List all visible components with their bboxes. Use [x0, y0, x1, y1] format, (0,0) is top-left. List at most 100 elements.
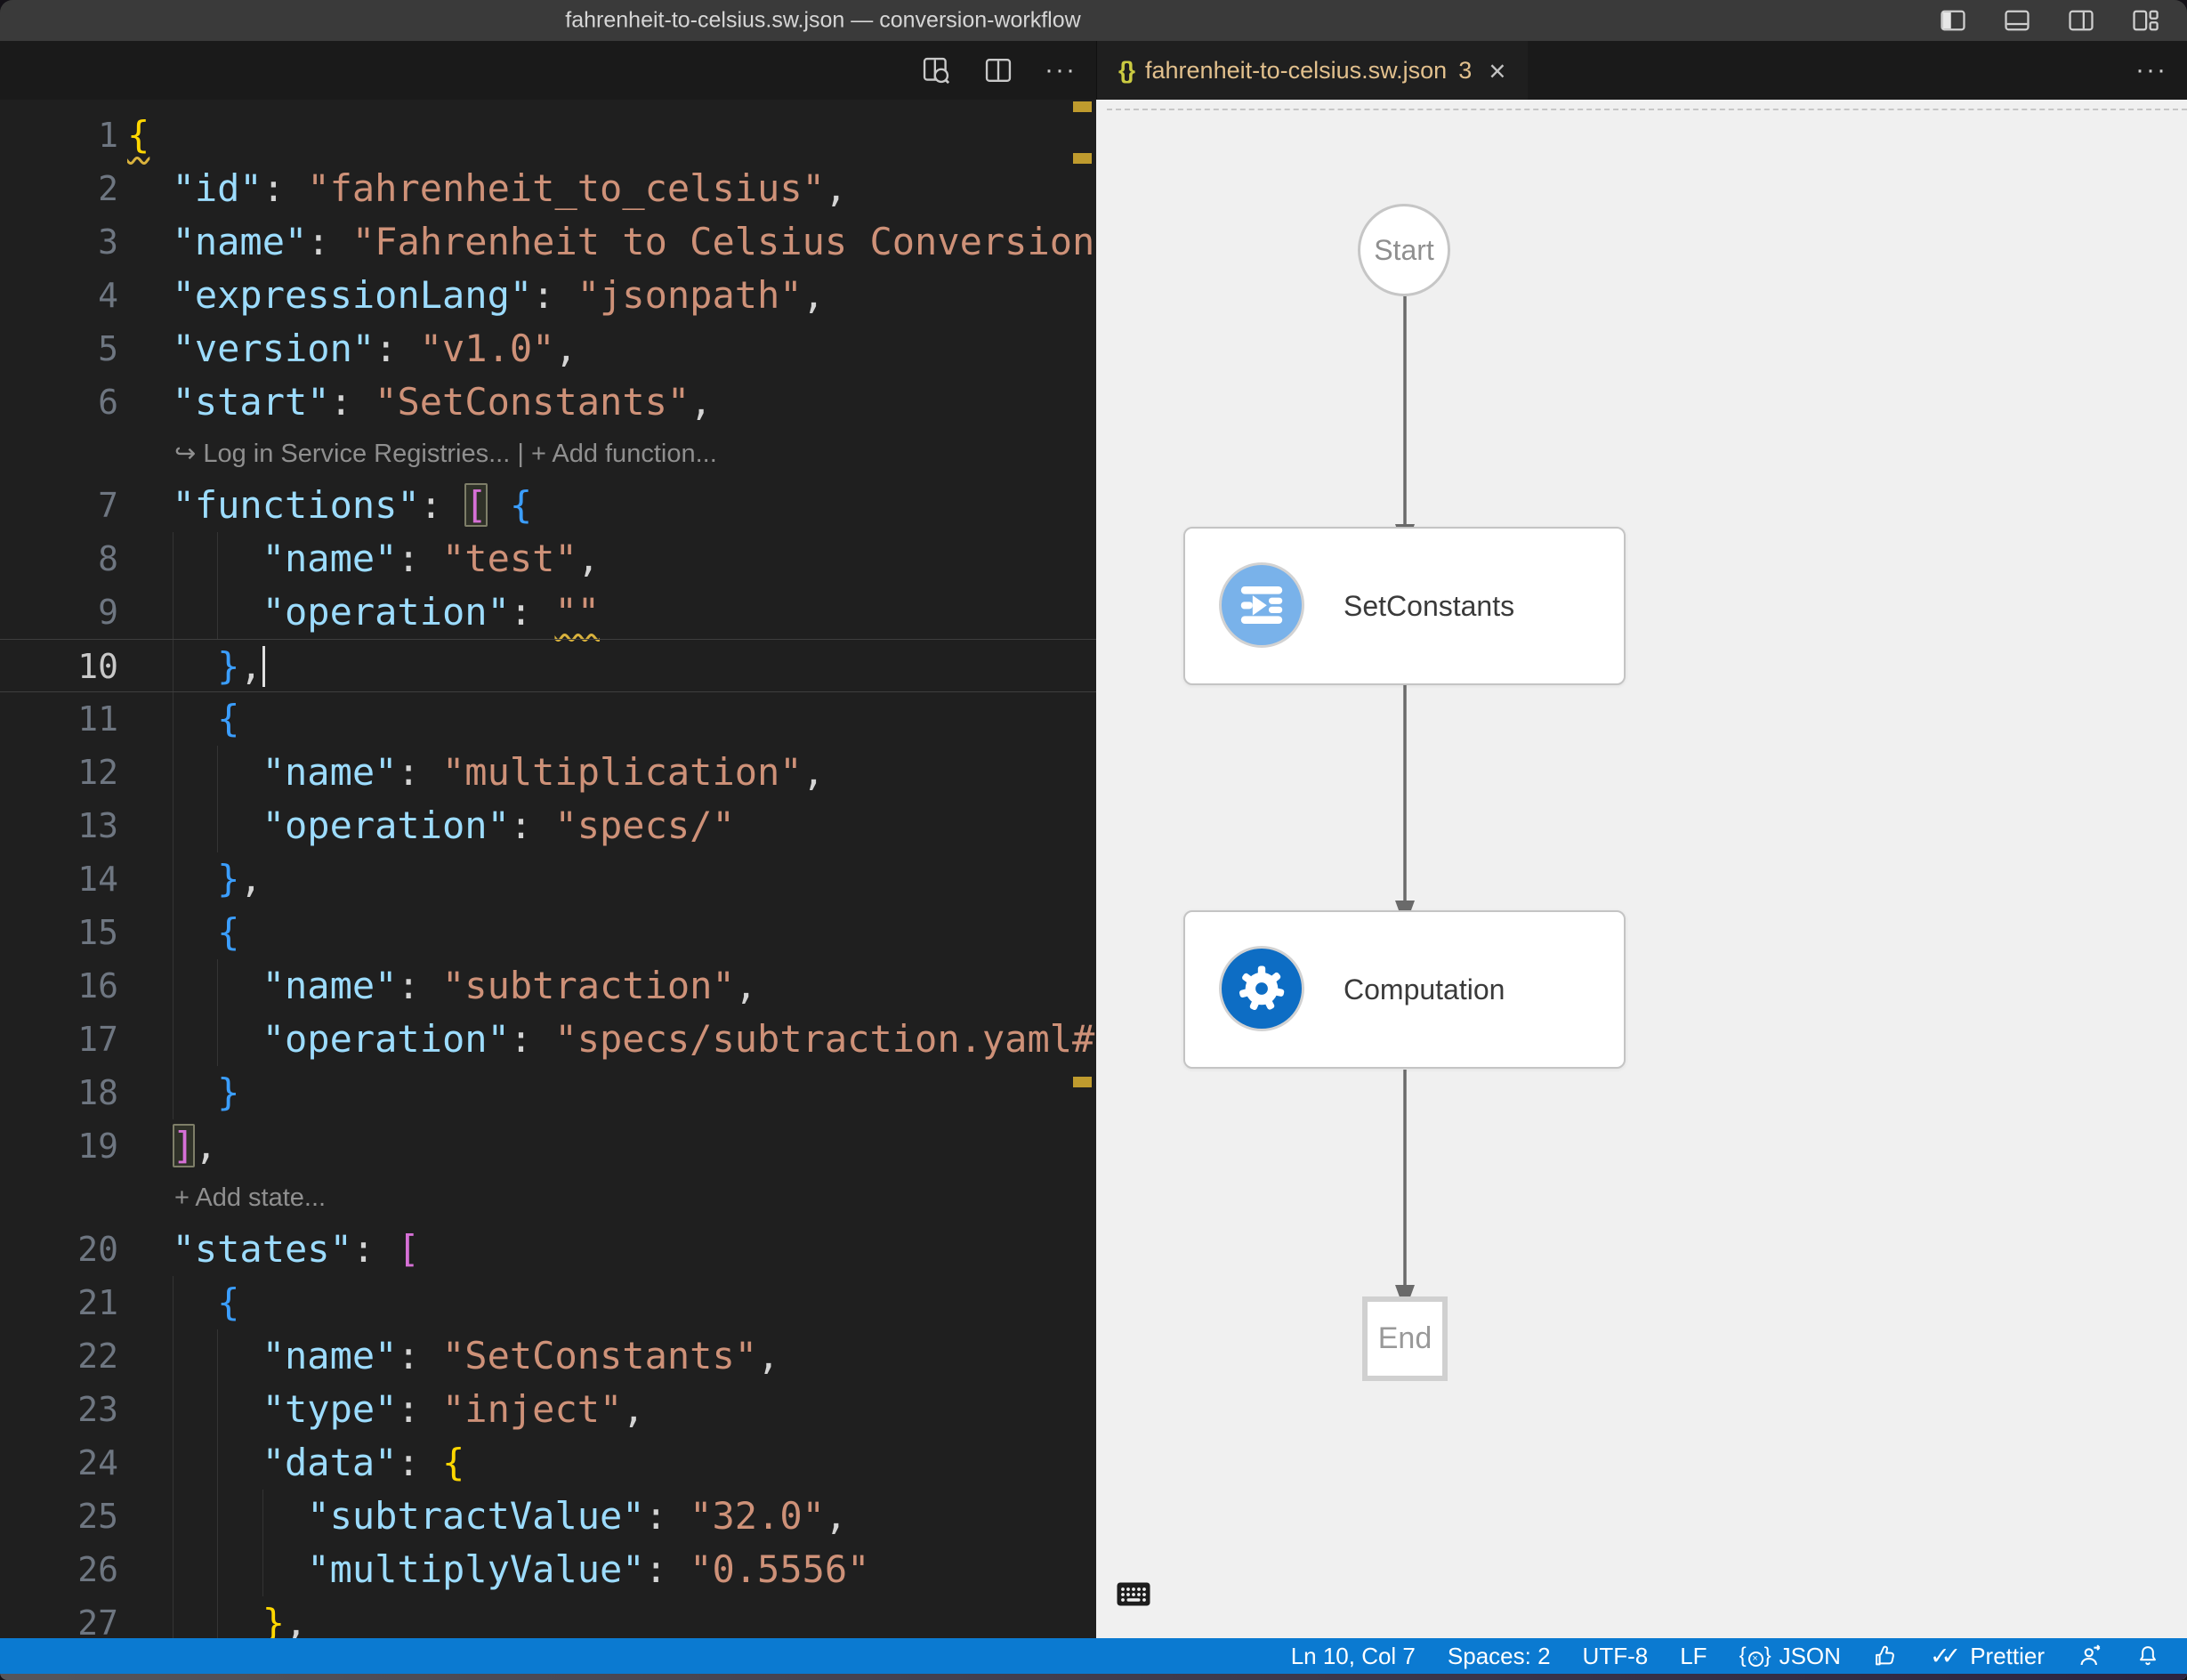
codelens-row: + Add state...: [0, 1173, 1096, 1223]
indent-guide: [217, 586, 218, 639]
code-line-3[interactable]: 3 "name": "Fahrenheit to Celsius Convers…: [0, 215, 1096, 269]
workflow-preview[interactable]: Start SetConstants: [1096, 100, 2187, 1638]
code-line-15[interactable]: 15 {: [0, 906, 1096, 959]
left-editor-tab-strip: {} fahrenheit-to-celsius.sw.json 3 × ···: [0, 41, 1096, 100]
indent-guide: [173, 1066, 174, 1119]
indent-guide: [173, 1013, 174, 1066]
diagram-node-start[interactable]: Start: [1358, 204, 1450, 296]
encoding-setting[interactable]: UTF-8: [1583, 1643, 1649, 1670]
code-line-4[interactable]: 4 "expressionLang": "jsonpath",: [0, 269, 1096, 322]
code-line-17[interactable]: 17 "operation": "specs/subtraction.yaml#…: [0, 1013, 1096, 1066]
line-number: 10: [0, 640, 118, 693]
codelens-link[interactable]: + Add function...: [531, 440, 717, 468]
line-number: 9: [0, 586, 118, 639]
indent-guide: [217, 746, 218, 799]
more-actions-icon[interactable]: ···: [2132, 51, 2171, 90]
eol-setting[interactable]: LF: [1680, 1643, 1707, 1670]
code-line-25[interactable]: 25 "subtractValue": "32.0",: [0, 1490, 1096, 1543]
diagram-node-computation[interactable]: Computation: [1183, 910, 1626, 1069]
indent-guide: [173, 1276, 174, 1329]
vscode-window: fahrenheit-to-celsius.sw.json — conversi…: [0, 0, 2187, 1680]
bell-icon[interactable]: [2135, 1644, 2160, 1668]
code-line-11[interactable]: 11 {: [0, 692, 1096, 746]
indent-guide: [173, 906, 174, 959]
code-line-2[interactable]: 2 "id": "fahrenheit_to_celsius",: [0, 162, 1096, 215]
indent-guide: [173, 746, 174, 799]
indent-guide: [217, 959, 218, 1013]
open-preview-icon[interactable]: [916, 51, 956, 90]
node-label: End: [1378, 1321, 1432, 1356]
node-label: Start: [1374, 234, 1434, 267]
keyboard-icon[interactable]: [1117, 1582, 1150, 1611]
line-number: 19: [0, 1119, 118, 1173]
diagram-node-end[interactable]: End: [1362, 1296, 1448, 1381]
window-bottom-edge: [0, 1674, 2187, 1680]
code-line-14[interactable]: 14 },: [0, 852, 1096, 906]
code-line-16[interactable]: 16 "name": "subtraction",: [0, 959, 1096, 1013]
code-line-9[interactable]: 9 "operation": "": [0, 586, 1096, 639]
right-editor-actions: ···: [2132, 41, 2171, 100]
code-line-24[interactable]: 24 "data": {: [0, 1436, 1096, 1490]
indent-guide: [262, 1490, 263, 1543]
code-line-6[interactable]: 6 "start": "SetConstants",: [0, 376, 1096, 429]
line-number: 1: [0, 109, 118, 162]
line-number: 22: [0, 1329, 118, 1383]
titlebar: fahrenheit-to-celsius.sw.json — conversi…: [0, 0, 2187, 41]
code-line-12[interactable]: 12 "name": "multiplication",: [0, 746, 1096, 799]
code-editor[interactable]: 1{2 "id": "fahrenheit_to_celsius",3 "nam…: [0, 100, 1096, 1638]
thumbs-up-icon[interactable]: [1873, 1644, 1898, 1668]
code-line-7[interactable]: 7 "functions": [ {: [0, 479, 1096, 532]
line-number: 14: [0, 852, 118, 906]
code-lines: 1{2 "id": "fahrenheit_to_celsius",3 "nam…: [0, 109, 1096, 1638]
layout-sidebar-icon[interactable]: [1934, 2, 1972, 39]
layout-sidebar-right-icon[interactable]: [2062, 2, 2100, 39]
codelens-link[interactable]: + Add state...: [174, 1183, 326, 1212]
indent-guide: [173, 1329, 174, 1383]
split-editor-icon[interactable]: [979, 51, 1018, 90]
code-line-20[interactable]: 20 "states": [: [0, 1223, 1096, 1276]
indentation-setting[interactable]: Spaces: 2: [1448, 1643, 1551, 1670]
indent-guide: [173, 1436, 174, 1490]
line-number: 6: [0, 376, 118, 429]
line-number: 16: [0, 959, 118, 1013]
line-number: 12: [0, 746, 118, 799]
code-line-10[interactable]: 10 },: [0, 639, 1096, 692]
line-number: 8: [0, 532, 118, 586]
tab-right-fahrenheit-json[interactable]: {} fahrenheit-to-celsius.sw.json 3 ×: [1097, 41, 1528, 100]
code-line-22[interactable]: 22 "name": "SetConstants",: [0, 1329, 1096, 1383]
cursor-position[interactable]: Ln 10, Col 7: [1291, 1643, 1416, 1670]
code-line-1[interactable]: 1{: [0, 109, 1096, 162]
indent-guide: [173, 959, 174, 1013]
preview-top-dashed-border: [1107, 109, 2187, 110]
account-arrow-icon[interactable]: [2077, 1643, 2103, 1669]
layout-panel-icon[interactable]: [1998, 2, 2036, 39]
node-label: SetConstants: [1344, 529, 1514, 683]
line-number: 15: [0, 906, 118, 959]
indent-guide: [217, 1013, 218, 1066]
line-number: 3: [0, 215, 118, 269]
indent-guide: [217, 799, 218, 852]
language-mode[interactable]: {×} JSON: [1739, 1643, 1841, 1670]
code-line-8[interactable]: 8 "name": "test",: [0, 532, 1096, 586]
more-actions-icon[interactable]: ···: [1041, 51, 1080, 90]
code-line-18[interactable]: 18 }: [0, 1066, 1096, 1119]
code-line-5[interactable]: 5 "version": "v1.0",: [0, 322, 1096, 376]
code-line-27[interactable]: 27 },: [0, 1596, 1096, 1638]
indent-guide: [217, 1436, 218, 1490]
line-number: 4: [0, 269, 118, 322]
code-line-26[interactable]: 26 "multiplyValue": "0.5556": [0, 1543, 1096, 1596]
inject-icon: [1219, 562, 1304, 648]
codelens-link[interactable]: ↪ Log in Service Registries...: [174, 440, 510, 468]
json-file-icon: {}: [1118, 57, 1134, 85]
customize-layout-icon[interactable]: [2126, 2, 2164, 39]
diagram-node-setconstants[interactable]: SetConstants: [1183, 527, 1626, 685]
code-line-23[interactable]: 23 "type": "inject",: [0, 1383, 1096, 1436]
code-line-19[interactable]: 19 ],: [0, 1119, 1096, 1173]
line-number: 20: [0, 1223, 118, 1276]
line-number: 21: [0, 1276, 118, 1329]
code-line-21[interactable]: 21 {: [0, 1276, 1096, 1329]
code-line-13[interactable]: 13 "operation": "specs/": [0, 799, 1096, 852]
line-number: 2: [0, 162, 118, 215]
close-tab-icon[interactable]: ×: [1489, 56, 1505, 85]
formatter-status[interactable]: ✓✓ Prettier: [1930, 1643, 2045, 1670]
